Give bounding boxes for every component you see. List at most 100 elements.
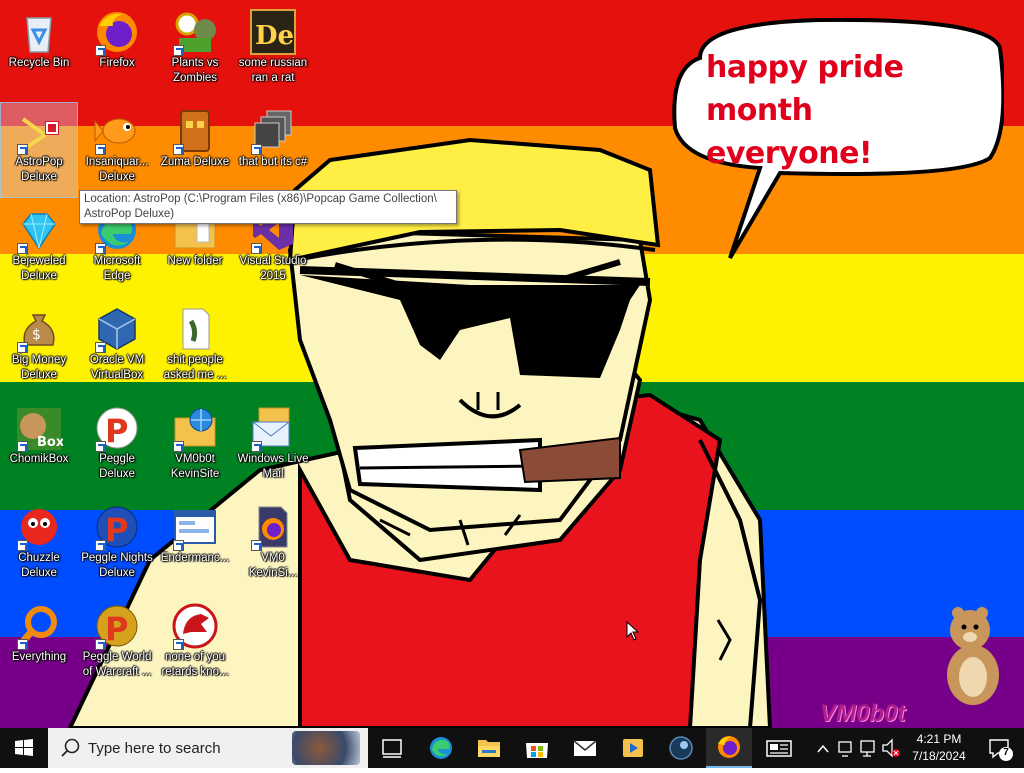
peggle-icon: P	[93, 404, 141, 452]
speech-line-2: everyone!	[706, 136, 873, 171]
vm0b0t-watermark: VM0b0t	[820, 700, 906, 727]
microsoft-store-icon	[526, 743, 548, 758]
notification-center-button[interactable]: 7	[980, 728, 1024, 768]
svg-text:P: P	[105, 511, 128, 549]
icon-label: New folder	[167, 255, 223, 267]
taskbar-media-player[interactable]	[610, 728, 656, 768]
windows-logo-icon	[15, 739, 33, 756]
desktop-icon-plants-vs-zombies[interactable]: Plants vs Zombies	[157, 4, 233, 98]
desktop-icon-everything[interactable]: Everything	[1, 598, 77, 692]
desktop-icon-astropop[interactable]: AstroPop Deluxe	[0, 102, 78, 198]
icon-label: ChomikBox	[9, 453, 69, 465]
taskbar-task-view[interactable]	[369, 728, 415, 768]
volume-muted-icon[interactable]	[880, 728, 902, 768]
desktop-icon-text-document[interactable]: shit people asked me ...	[157, 301, 233, 395]
live-mail-icon	[249, 404, 297, 452]
icon-label: AstroPop Deluxe	[15, 156, 63, 183]
stacked-windows-icon	[249, 107, 297, 155]
desktop-icon-endermanch[interactable]: Endermanc...	[157, 499, 233, 593]
chuzzle-icon	[15, 503, 63, 551]
icon-label: Chuzzle Deluxe	[18, 552, 60, 579]
mail-icon	[573, 740, 597, 756]
edge-icon	[430, 737, 452, 759]
goldfish-icon	[93, 107, 141, 155]
desktop-icon-vm0-kevinsite[interactable]: VM0 KevinSi...	[235, 499, 311, 593]
media-player-icon	[623, 739, 643, 757]
desktop-icon-peggle[interactable]: P Peggle Deluxe	[79, 400, 155, 494]
clock-date: 7/18/2024	[912, 749, 966, 763]
icon-label: Everything	[11, 651, 67, 663]
desktop-icon-insaniquarium[interactable]: Insaniquar... Deluxe	[79, 103, 155, 197]
svg-text:P: P	[105, 610, 128, 648]
desktop-icon-that-but-csharp[interactable]: that but its c#	[235, 103, 311, 197]
hamster-mascot-image	[947, 607, 999, 705]
desktop-icon-windows-live-mail[interactable]: Windows Live Mail	[235, 400, 311, 494]
clock[interactable]: 4:21 PM 7/18/2024	[906, 728, 972, 768]
svg-text:$: $	[32, 327, 41, 343]
desktop-icon-virtualbox[interactable]: Oracle VM VirtualBox	[79, 301, 155, 395]
desktop-icon-big-money[interactable]: $ Big Money Deluxe	[1, 301, 77, 395]
icon-label: that but its c#	[238, 156, 308, 168]
taskbar-app-sphere[interactable]	[658, 728, 704, 768]
search-icon	[61, 738, 80, 757]
svg-text:Box: Box	[37, 435, 63, 450]
icon-label: Microsoft Edge	[93, 255, 141, 282]
desktop-icon-zuma[interactable]: Zuma Deluxe	[157, 103, 233, 197]
icon-label: Zuma Deluxe	[160, 156, 230, 168]
icon-label: shit people asked me ...	[163, 354, 227, 381]
plants-vs-zombies-icon	[171, 8, 219, 56]
icon-label: VM0b0t KevinSite	[170, 453, 220, 480]
icon-label: Bejeweled Deluxe	[12, 255, 66, 282]
desktop-icon-kevinsite-folder[interactable]: VM0b0t KevinSite	[157, 400, 233, 494]
taskbar-search-box[interactable]: Type here to search	[48, 728, 368, 768]
speech-line-1: happy pride month	[706, 50, 904, 128]
text-document-icon	[171, 305, 219, 353]
notification-count-badge: 7	[1003, 747, 1009, 758]
desktop-icon-red-dragon[interactable]: none of you retards kno...	[157, 598, 233, 692]
file-explorer-icon	[478, 740, 500, 757]
taskbar-edge[interactable]	[418, 728, 464, 768]
desktop-icon-chomikbox[interactable]: Box ChomikBox	[1, 400, 77, 494]
icon-label: none of you retards kno...	[161, 651, 229, 678]
icon-location-tooltip: Location: AstroPop (C:\Program Files (x8…	[79, 190, 457, 224]
taskbar-mail[interactable]	[562, 728, 608, 768]
icon-label: some russian ran a rat	[238, 57, 308, 84]
desktop-icon-peggle-wow[interactable]: P Peggle World of Warcraft ...	[79, 598, 155, 692]
diamond-gem-icon	[15, 206, 63, 254]
network-icon[interactable]	[836, 728, 856, 768]
wired-network-icon[interactable]	[858, 728, 878, 768]
taskbar-file-explorer[interactable]	[466, 728, 512, 768]
chevron-up-icon[interactable]	[816, 728, 830, 768]
steam-like-icon	[669, 736, 693, 760]
icon-label: Big Money Deluxe	[11, 354, 67, 381]
taskbar-firefox[interactable]	[706, 728, 752, 768]
desktop-icon-bejeweled[interactable]: Bejeweled Deluxe	[1, 202, 77, 296]
desktop-icon-russian-rat[interactable]: De some russian ran a rat	[235, 4, 311, 98]
svg-text:De: De	[255, 21, 294, 51]
window-screenshot-icon	[171, 503, 219, 551]
speech-bubble: happy pride month everyone!	[672, 18, 1014, 260]
icon-label: Oracle VM VirtualBox	[89, 354, 145, 381]
recycle-bin-icon	[15, 8, 63, 56]
icon-label: Firefox	[99, 57, 135, 69]
desktop-icon-recycle-bin[interactable]: Recycle Bin	[1, 4, 77, 98]
icon-label: Plants vs Zombies	[171, 57, 219, 84]
icon-label: Peggle Deluxe	[99, 453, 135, 480]
desktop-icon-peggle-nights[interactable]: P Peggle Nights Deluxe	[79, 499, 155, 593]
icon-label: Visual Studio 2015	[239, 255, 307, 282]
astropop-icon	[15, 107, 63, 155]
firefox-icon	[718, 736, 740, 758]
desktop-icon-firefox[interactable]: Firefox	[79, 4, 155, 98]
search-highlight-image	[292, 731, 360, 765]
start-button[interactable]	[0, 728, 48, 768]
taskbar-microsoft-store[interactable]	[514, 728, 560, 768]
icon-label: Peggle World of Warcraft ...	[82, 651, 152, 678]
icon-label: VM0 KevinSi...	[248, 552, 298, 579]
svg-text:P: P	[105, 412, 128, 450]
peggle-nights-icon: P	[93, 503, 141, 551]
desktop-icon-chuzzle[interactable]: Chuzzle Deluxe	[1, 499, 77, 593]
red-dragon-icon	[171, 602, 219, 650]
icon-label: Peggle Nights Deluxe	[81, 552, 153, 579]
news-icon	[766, 740, 792, 757]
taskbar-news-widget[interactable]	[756, 728, 802, 768]
